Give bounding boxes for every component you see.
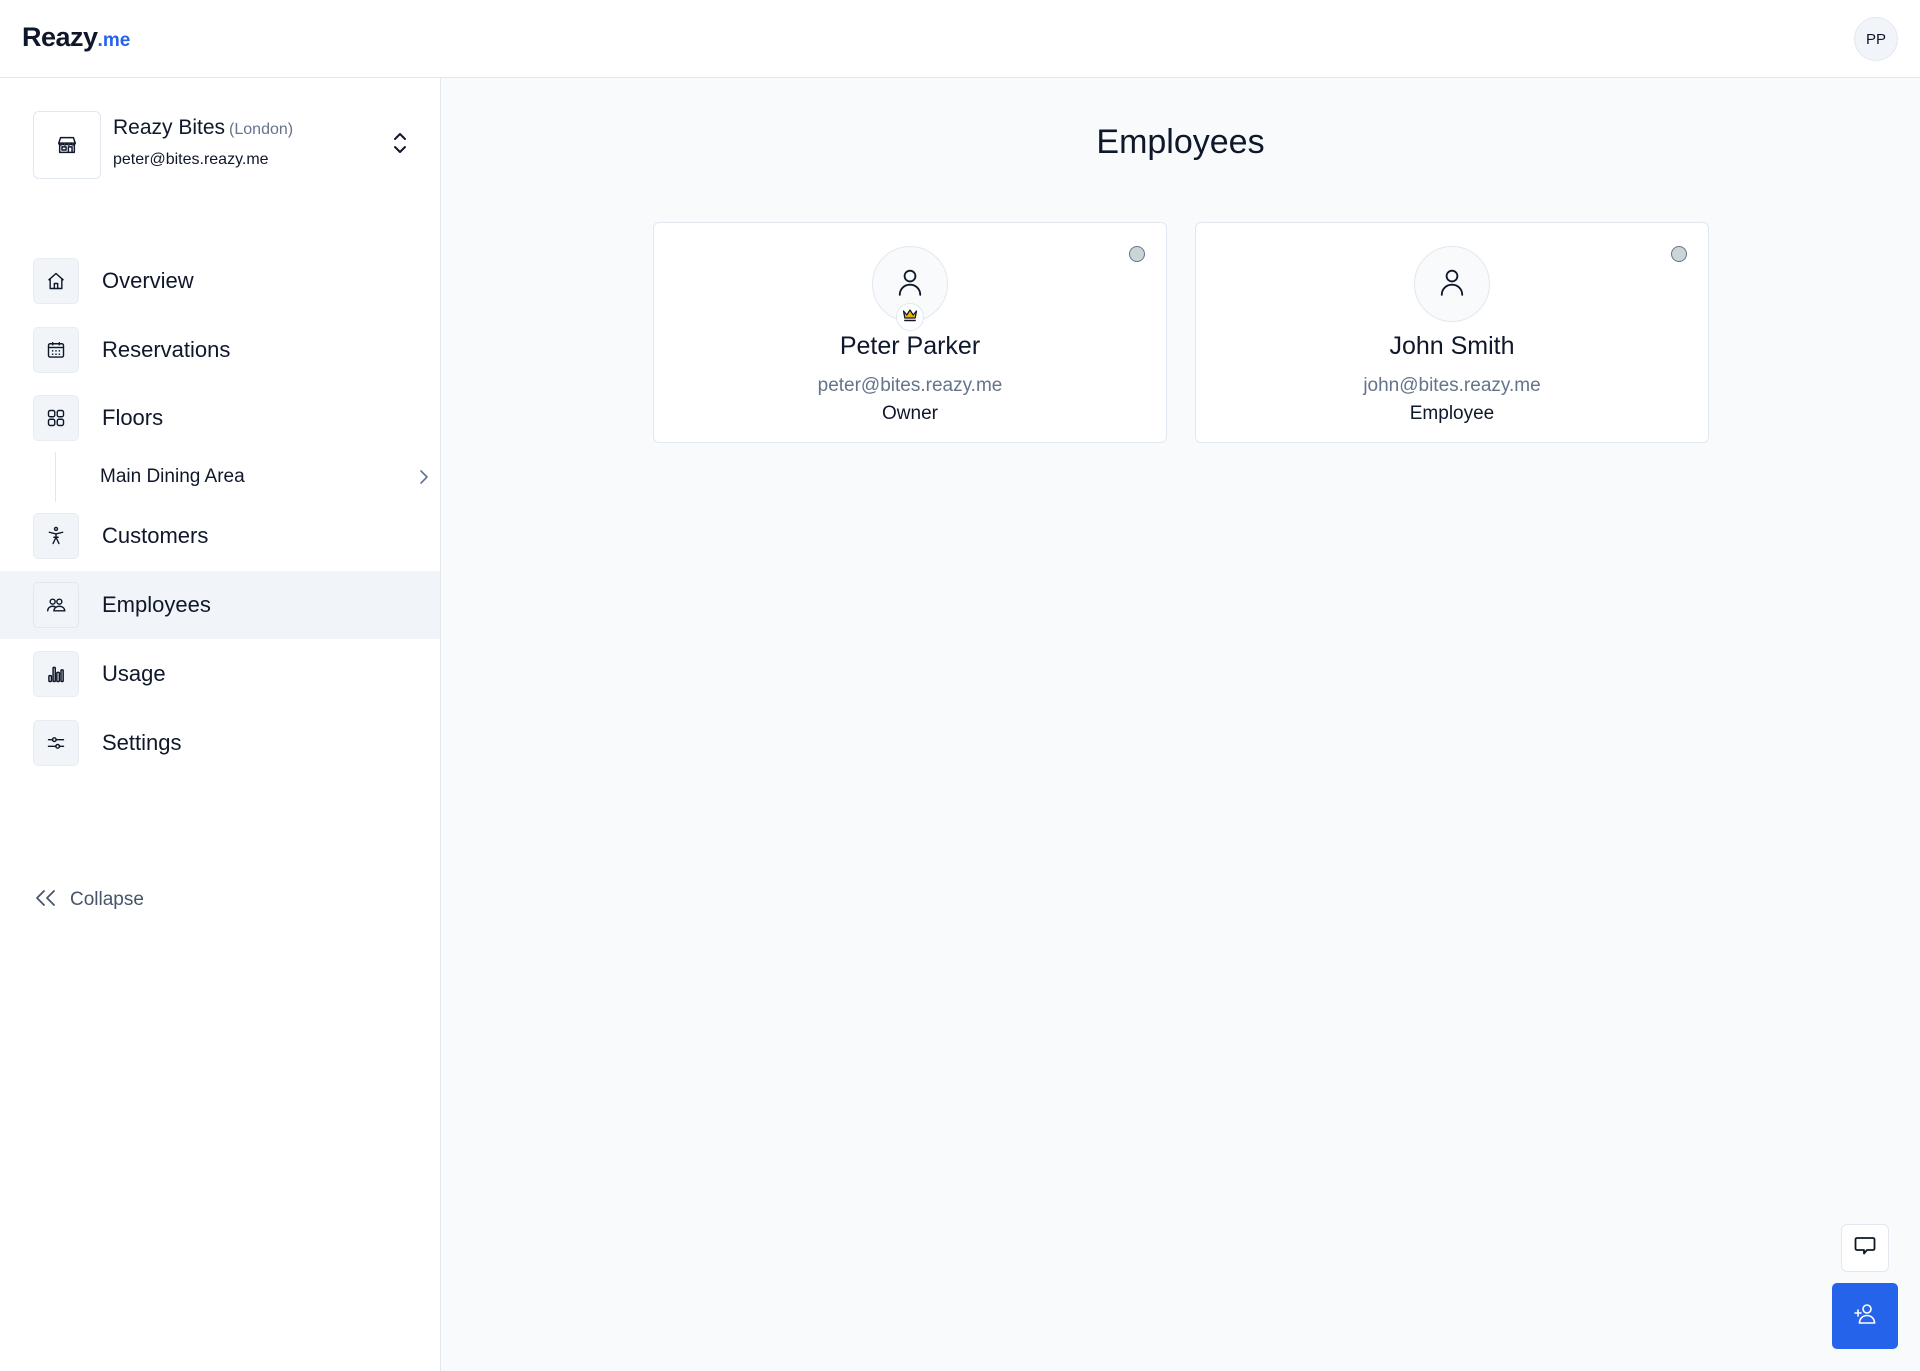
- user-icon: [1439, 268, 1465, 301]
- employee-avatar: [1414, 246, 1490, 322]
- organization-name: Reazy Bites (London): [113, 116, 293, 140]
- org-name-text: Reazy Bites: [113, 116, 226, 139]
- chevron-up-down-icon[interactable]: [388, 128, 412, 158]
- chevrons-left-icon: [34, 888, 58, 913]
- top-header: Reazy.me PP: [0, 0, 1920, 78]
- sidebar-item-floors[interactable]: Floors: [0, 384, 440, 452]
- add-user-icon: [1853, 1302, 1877, 1331]
- sidebar-item-employees[interactable]: Employees: [0, 571, 440, 639]
- employee-role: Employee: [1409, 403, 1495, 424]
- sidebar-item-reservations[interactable]: Reservations: [0, 316, 440, 384]
- sidebar-item-label: Reservations: [102, 337, 231, 362]
- employee-name: Peter Parker: [839, 332, 981, 360]
- grid-icon: [33, 395, 79, 441]
- bar-chart-icon: [33, 651, 79, 697]
- sub-nav-divider: [55, 452, 56, 502]
- user-avatar-button[interactable]: PP: [1854, 17, 1898, 61]
- employee-role: Owner: [882, 403, 938, 424]
- chat-button[interactable]: [1841, 1224, 1889, 1272]
- sidebar-item-usage[interactable]: Usage: [0, 640, 440, 708]
- sidebar-item-label: Settings: [102, 730, 182, 755]
- sidebar-item-label: Employees: [102, 592, 211, 617]
- store-icon: [33, 111, 101, 179]
- employee-card[interactable]: Peter Parker peter@bites.reazy.me Owner: [653, 222, 1167, 443]
- home-icon: [33, 258, 79, 304]
- sidebar-item-label: Overview: [102, 268, 194, 293]
- organization-switcher[interactable]: Reazy Bites (London) peter@bites.reazy.me: [33, 111, 433, 179]
- status-indicator: [1129, 246, 1145, 262]
- sidebar-subitem-label: Main Dining Area: [100, 466, 245, 487]
- sidebar-item-label: Customers: [102, 523, 209, 548]
- employee-name: John Smith: [1389, 332, 1515, 360]
- user-icon: [897, 268, 923, 301]
- chevron-right-icon: [418, 469, 430, 490]
- sidebar-item-customers[interactable]: Customers: [0, 502, 440, 570]
- organization-city: (London): [229, 121, 294, 138]
- sidebar: Reazy Bites (London) peter@bites.reazy.me…: [0, 78, 441, 1371]
- logo-tld: .me: [97, 30, 131, 51]
- sidebar-subitem-main-dining-area[interactable]: Main Dining Area: [100, 458, 430, 496]
- status-indicator: [1671, 246, 1687, 262]
- users-icon: [33, 582, 79, 628]
- owner-badge: [896, 303, 924, 331]
- organization-email: peter@bites.reazy.me: [113, 151, 269, 168]
- accessibility-icon: [33, 513, 79, 559]
- sidebar-item-overview[interactable]: Overview: [0, 247, 440, 315]
- employee-card[interactable]: John Smith john@bites.reazy.me Employee: [1195, 222, 1709, 443]
- logo-main: Reazy: [22, 22, 98, 52]
- add-employee-button[interactable]: [1832, 1283, 1898, 1349]
- crown-icon: [902, 308, 918, 327]
- calendar-icon: [33, 327, 79, 373]
- user-initials: PP: [1865, 30, 1886, 48]
- sliders-icon: [33, 720, 79, 766]
- employee-email: peter@bites.reazy.me: [817, 375, 1003, 396]
- sidebar-item-label: Usage: [102, 661, 166, 686]
- logo[interactable]: Reazy.me: [22, 22, 130, 53]
- collapse-sidebar-button[interactable]: Collapse: [34, 885, 144, 915]
- sidebar-item-settings[interactable]: Settings: [0, 709, 440, 777]
- sidebar-item-label: Floors: [102, 405, 164, 430]
- chat-icon: [1854, 1236, 1876, 1261]
- collapse-label: Collapse: [70, 889, 144, 910]
- employee-email: john@bites.reazy.me: [1363, 375, 1541, 396]
- page-title: Employees: [1096, 123, 1265, 161]
